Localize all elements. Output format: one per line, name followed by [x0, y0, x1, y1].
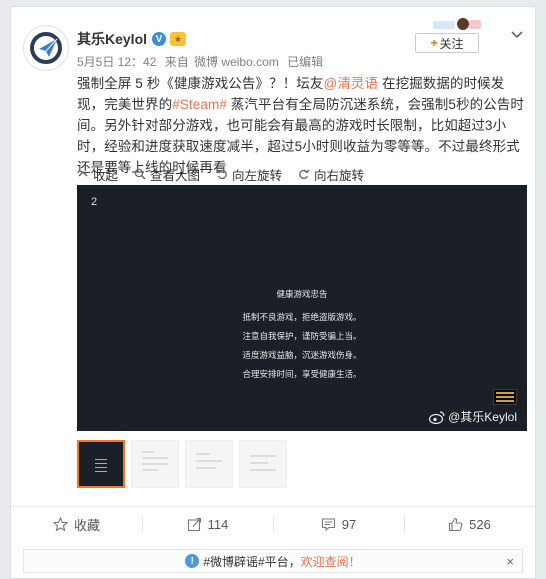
- rotate-right-label: 向右旋转: [314, 168, 365, 183]
- collapse-label: 收起: [93, 168, 119, 183]
- post-text-part: 强制全屏 5 秒《健康游戏公告》？！坛友: [77, 76, 324, 91]
- notice-line: 抵制不良游戏，拒绝盗版游戏。: [242, 312, 362, 322]
- view-large-button[interactable]: 查看大图: [134, 165, 200, 184]
- thumbnail-strip: [77, 440, 293, 492]
- rotate-right-icon: [299, 169, 310, 180]
- post-image[interactable]: 2 健康游戏忠告 抵制不良游戏，拒绝盗版游戏。 注意自我保护，谨防受骗上当。 适…: [77, 185, 527, 431]
- repost-icon: [187, 517, 201, 531]
- mention-link[interactable]: @清灵语: [324, 76, 379, 91]
- like-button[interactable]: 526: [404, 507, 535, 541]
- verified-icon: V: [152, 32, 167, 46]
- follow-button[interactable]: + 关注: [415, 33, 479, 53]
- rating-logo-icon: [493, 389, 517, 405]
- weibo-logo-icon: [429, 410, 445, 424]
- chevron-down-icon[interactable]: [511, 29, 523, 41]
- repost-button[interactable]: 114: [142, 507, 273, 541]
- thumbnail[interactable]: [77, 440, 125, 488]
- weibo-post-card: 其乐Keylol V ★ 5月5日 12：42 来自 微博 weibo.com …: [10, 6, 536, 579]
- keylol-logo-icon: [30, 32, 62, 64]
- plus-icon: +: [430, 36, 438, 50]
- medal-icon: ★: [170, 32, 187, 46]
- follow-label: 关注: [439, 36, 464, 51]
- notice-line: 合理安排时间，享受健康生活。: [242, 369, 362, 379]
- collapse-arrow-icon: [78, 170, 88, 177]
- favorite-button[interactable]: 收藏: [11, 507, 142, 541]
- post-time[interactable]: 5月5日 12：42: [77, 55, 156, 69]
- thumbs-up-icon: [449, 517, 463, 531]
- thumbnail[interactable]: [239, 440, 287, 488]
- close-icon[interactable]: ×: [506, 554, 514, 569]
- post-source[interactable]: 微博 weibo.com: [194, 55, 279, 69]
- avatar[interactable]: [23, 25, 69, 71]
- image-toolbar: 收起 查看大图 向左旋转 向右旋转: [77, 163, 380, 185]
- edited-label[interactable]: 已编辑: [287, 55, 323, 69]
- thumbnail[interactable]: [131, 440, 179, 488]
- image-watermark: @其乐Keylol: [429, 408, 517, 425]
- watermark-text: @其乐Keylol: [448, 410, 517, 424]
- notice-line: 适度游戏益脑，沉迷游戏伤身。: [242, 350, 362, 360]
- follow-area: + 关注: [415, 18, 481, 53]
- view-large-label: 查看大图: [150, 168, 201, 183]
- comment-count: 97: [341, 516, 357, 532]
- rotate-left-icon: [216, 169, 227, 180]
- banner-text[interactable]: #微博辟谣#平台，: [203, 553, 300, 570]
- like-count: 526: [469, 516, 491, 532]
- rotate-left-label: 向左旋转: [232, 168, 283, 183]
- notice-title: 健康游戏忠告: [276, 289, 328, 299]
- rumor-banner: ! #微博辟谣#平台， 欢迎查阅！ ×: [23, 549, 523, 573]
- notice-line: 注意自我保护，谨防受骗上当。: [242, 331, 362, 341]
- thumbnail[interactable]: [185, 440, 233, 488]
- follow-decoration-icon: [433, 18, 481, 30]
- collapse-button[interactable]: 收起: [77, 165, 118, 184]
- info-icon: !: [185, 554, 200, 568]
- banner-link[interactable]: 欢迎查阅！: [301, 553, 361, 570]
- comment-button[interactable]: 97: [273, 507, 404, 541]
- magnifier-icon: [134, 168, 146, 180]
- rotate-left-button[interactable]: 向左旋转: [216, 165, 282, 184]
- health-notice: 健康游戏忠告 抵制不良游戏，拒绝盗版游戏。 注意自我保护，谨防受骗上当。 适度游…: [77, 285, 527, 384]
- post-actions: 收藏 114 97 526: [11, 506, 535, 541]
- rotate-right-button[interactable]: 向右旋转: [298, 165, 364, 184]
- comment-icon: [321, 517, 335, 531]
- image-page-number: 2: [91, 196, 98, 208]
- hashtag-link[interactable]: #Steam#: [172, 97, 227, 112]
- user-name[interactable]: 其乐Keylol: [77, 29, 147, 49]
- repost-count: 114: [207, 516, 229, 532]
- post-meta: 5月5日 12：42 来自 微博 weibo.com 已编辑: [77, 53, 328, 70]
- source-prefix: 来自: [164, 55, 189, 69]
- star-icon: [52, 516, 68, 532]
- favorite-label: 收藏: [73, 517, 100, 533]
